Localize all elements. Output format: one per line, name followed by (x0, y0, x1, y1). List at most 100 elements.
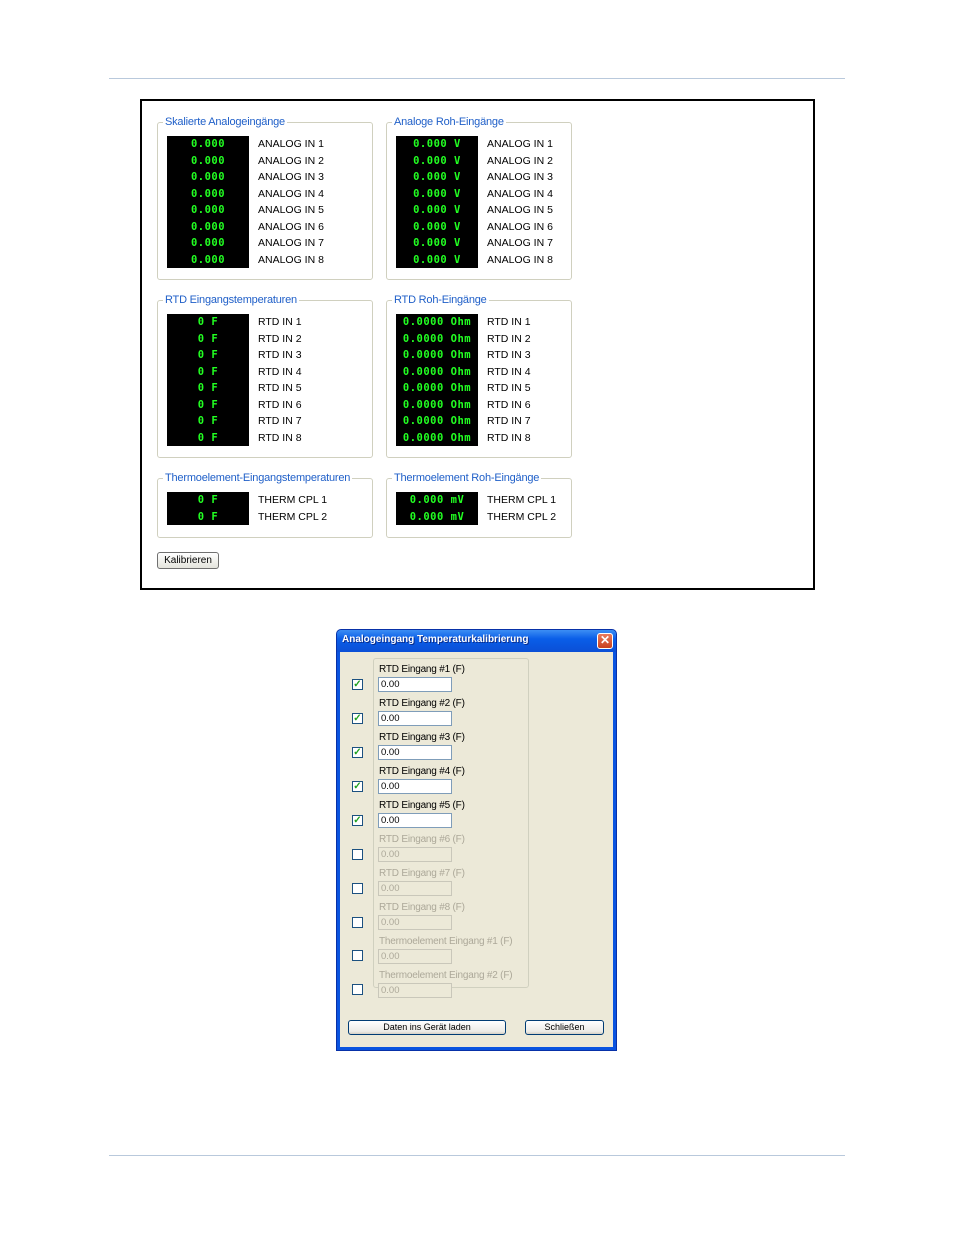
rtd-input-1-field[interactable] (378, 677, 452, 692)
rtd-input-4-field[interactable] (378, 779, 452, 794)
lcd-value: 0.000 mV (409, 510, 465, 523)
dialog-close-button[interactable]: Schließen (525, 1020, 604, 1035)
channel-label: ANALOG IN 8 (258, 253, 324, 266)
temperature-calibration-dialog: Analogeingang Temperaturkalibrierung ✕ ✓… (336, 629, 617, 1051)
load-to-device-button[interactable]: Daten ins Gerät laden (348, 1020, 506, 1035)
lcd-value: 0.0000 Ohm (402, 316, 472, 328)
checkbox-thermocouple-1[interactable] (352, 950, 363, 961)
lcd-value: 0 F (197, 398, 219, 411)
lcd-value: 0 F (197, 332, 219, 345)
lcd-display: 0 F 0 F (167, 492, 249, 525)
rtd-input-8-field[interactable] (378, 915, 452, 930)
lcd-display: 0.000 mV 0.000 mV (396, 492, 478, 525)
lcd-value: 0.000 V (413, 138, 461, 150)
lcd-value: 0.000 V (413, 220, 461, 233)
field-label: Thermoelement Eingang #2 (F) (379, 970, 513, 981)
dialog-titlebar[interactable]: Analogeingang Temperaturkalibrierung ✕ (337, 630, 616, 652)
field-label: RTD Eingang #2 (F) (379, 698, 465, 709)
checkbox-rtd-4[interactable]: ✓ (352, 781, 363, 792)
lcd-display: 0.000 0.000 0.000 0.000 0.000 0.000 0.00… (167, 136, 249, 268)
footer-rule (109, 1155, 845, 1156)
analog-inputs-panel: Skalierte Analogeingänge 0.000 0.000 0.0… (140, 99, 815, 590)
lcd-value: 0 F (197, 316, 219, 328)
channel-label: THERM CPL 2 (487, 510, 557, 523)
lcd-value: 0.0000 Ohm (402, 415, 472, 427)
group-title: Skalierte Analogeingänge (163, 115, 287, 129)
group-title: RTD Roh-Eingänge (392, 293, 489, 307)
lcd-value: 0.000 V (413, 204, 461, 216)
thermocouple-input-1-field[interactable] (378, 949, 452, 964)
checkbox-rtd-8[interactable] (352, 917, 363, 928)
lcd-value: 0.000 V (413, 171, 461, 183)
channel-label: ANALOG IN 4 (258, 187, 324, 200)
checkbox-rtd-7[interactable] (352, 883, 363, 894)
dialog-title: Analogeingang Temperaturkalibrierung (342, 634, 529, 645)
lcd-display: 0.0000 Ohm 0.0000 Ohm 0.0000 Ohm 0.0000 … (396, 314, 478, 446)
rtd-input-2-field[interactable] (378, 711, 452, 726)
channel-label: RTD IN 1 (487, 316, 531, 328)
lcd-value: 0.0000 Ohm (402, 332, 472, 345)
lcd-value: 0.000 (190, 204, 226, 216)
channel-label: RTD IN 8 (258, 431, 302, 444)
channel-label: RTD IN 7 (487, 415, 531, 427)
channel-label: ANALOG IN 4 (487, 187, 553, 200)
rtd-raw-inputs-group: RTD Roh-Eingänge 0.0000 Ohm 0.0000 Ohm 0… (386, 293, 572, 458)
channel-label: ANALOG IN 3 (487, 171, 553, 183)
scaled-analog-inputs-group: Skalierte Analogeingänge 0.000 0.000 0.0… (157, 115, 373, 280)
lcd-value: 0.0000 Ohm (402, 431, 472, 444)
lcd-value: 0.000 (190, 154, 226, 167)
channel-label: RTD IN 2 (487, 332, 531, 345)
channel-label: ANALOG IN 6 (258, 220, 324, 233)
field-label: RTD Eingang #3 (F) (379, 732, 465, 743)
field-label: RTD Eingang #6 (F) (379, 834, 465, 845)
raw-analog-inputs-group: Analoge Roh-Eingänge 0.000 V 0.000 V 0.0… (386, 115, 572, 280)
field-label: RTD Eingang #7 (F) (379, 868, 465, 879)
lcd-value: 0.000 V (413, 237, 461, 249)
header-rule (109, 78, 845, 79)
close-icon[interactable]: ✕ (597, 633, 613, 649)
channel-label: RTD IN 3 (487, 349, 531, 361)
rtd-input-3-field[interactable] (378, 745, 452, 760)
checkbox-rtd-6[interactable] (352, 849, 363, 860)
thermocouple-input-2-field[interactable] (378, 983, 452, 998)
lcd-value: 0.000 V (413, 187, 461, 200)
field-label: Thermoelement Eingang #1 (F) (379, 936, 513, 947)
channel-label: RTD IN 7 (258, 415, 302, 427)
lcd-value: 0.000 (190, 187, 226, 200)
channel-label: ANALOG IN 7 (258, 237, 324, 249)
channel-label: ANALOG IN 6 (487, 220, 553, 233)
channel-label: RTD IN 2 (258, 332, 302, 345)
checkbox-thermocouple-2[interactable] (352, 984, 363, 995)
lcd-value: 0 F (197, 349, 219, 361)
channel-label: ANALOG IN 3 (258, 171, 324, 183)
lcd-value: 0 F (197, 431, 219, 444)
channel-label: THERM CPL 1 (258, 494, 328, 506)
channel-label: ANALOG IN 1 (487, 138, 553, 150)
channel-label: RTD IN 5 (258, 382, 302, 394)
channel-label: ANALOG IN 8 (487, 253, 553, 266)
lcd-value: 0.000 (190, 171, 226, 183)
channel-label: RTD IN 6 (258, 398, 302, 411)
dialog-body: ✓ RTD Eingang #1 (F) ✓ RTD Eingang #2 (F… (340, 652, 613, 1047)
channel-label: ANALOG IN 7 (487, 237, 553, 249)
channel-label: ANALOG IN 2 (487, 154, 553, 167)
lcd-value: 0.000 (190, 237, 226, 249)
channel-label: RTD IN 4 (487, 365, 531, 378)
channel-label: RTD IN 5 (487, 382, 531, 394)
lcd-value: 0.000 V (413, 154, 461, 167)
channel-label: RTD IN 4 (258, 365, 302, 378)
field-label: RTD Eingang #4 (F) (379, 766, 465, 777)
calibrate-button[interactable]: Kalibrieren (157, 552, 219, 569)
checkbox-rtd-3[interactable]: ✓ (352, 747, 363, 758)
channel-label: ANALOG IN 2 (258, 154, 324, 167)
checkbox-rtd-1[interactable]: ✓ (352, 679, 363, 690)
lcd-value: 0 F (197, 415, 219, 427)
field-label: RTD Eingang #8 (F) (379, 902, 465, 913)
channel-label: RTD IN 1 (258, 316, 302, 328)
lcd-value: 0 F (197, 510, 219, 523)
rtd-input-7-field[interactable] (378, 881, 452, 896)
rtd-input-6-field[interactable] (378, 847, 452, 862)
rtd-input-5-field[interactable] (378, 813, 452, 828)
checkbox-rtd-2[interactable]: ✓ (352, 713, 363, 724)
checkbox-rtd-5[interactable]: ✓ (352, 815, 363, 826)
